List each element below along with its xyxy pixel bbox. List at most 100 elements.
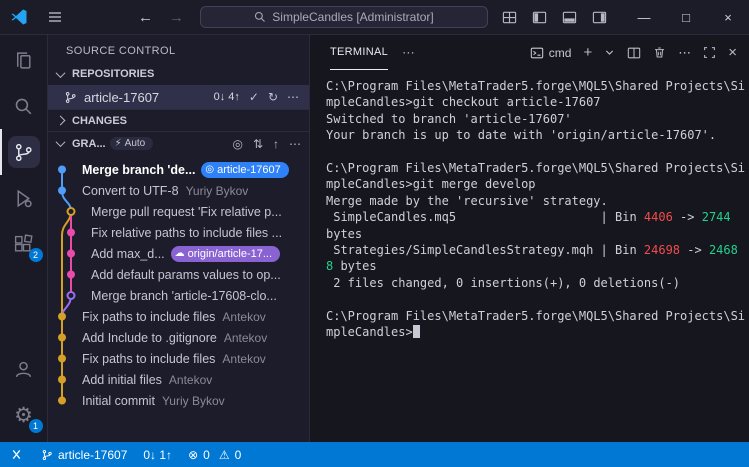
- diff-red-value: 24698: [643, 243, 681, 258]
- cloud-icon: ☁: [174, 247, 185, 259]
- more-icon[interactable]: ⋯: [289, 137, 301, 151]
- commit-row[interactable]: Merge branch 'article-17608-clo...: [48, 285, 309, 306]
- status-branch[interactable]: article-17607: [33, 442, 135, 467]
- chevron-down-icon: [55, 67, 66, 78]
- commit-message: Initial commit: [82, 393, 155, 408]
- back-icon[interactable]: ←: [138, 9, 153, 26]
- terminal-output: C:\Program Files\MetaTrader5.forge\MQL5\…: [326, 79, 746, 340]
- terminal-body[interactable]: C:\Program Files\MetaTrader5.forge\MQL5\…: [310, 70, 749, 341]
- layout-controls: [502, 10, 607, 25]
- activity-source-control[interactable]: [0, 129, 48, 175]
- activity-explorer[interactable]: [0, 37, 48, 83]
- commit-row[interactable]: Fix paths to include files Antekov: [48, 306, 309, 327]
- commit-row[interactable]: Fix relative paths to include files ...: [48, 222, 309, 243]
- toggle-panel-icon[interactable]: [562, 10, 577, 25]
- commit-author: Antekov: [168, 372, 213, 387]
- trash-icon[interactable]: [653, 46, 666, 59]
- remote-indicator[interactable]: [0, 442, 33, 467]
- error-count: 0: [203, 447, 210, 462]
- refresh-icon[interactable]: ↻: [268, 90, 278, 104]
- commit-row[interactable]: Add default params values to op...: [48, 264, 309, 285]
- auto-layout-pill[interactable]: ⚡ Auto: [109, 137, 154, 150]
- lightning-icon: ⚡: [114, 138, 122, 149]
- toggle-sidebar-left-icon[interactable]: [532, 10, 547, 25]
- badge-label: article-17607: [217, 163, 281, 176]
- commit-row[interactable]: Add Include to .gitignore Antekov: [48, 327, 309, 348]
- auto-label: Auto: [124, 138, 146, 149]
- activity-search[interactable]: [0, 83, 48, 129]
- sidebar-title: SOURCE CONTROL: [66, 45, 176, 57]
- command-center-search[interactable]: SimpleCandles [Administrator]: [200, 6, 488, 28]
- commit-message: Merge branch 'de...: [82, 162, 196, 177]
- new-terminal-icon[interactable]: +: [583, 44, 592, 61]
- commit-row[interactable]: Initial commit Yuriy Bykov: [48, 390, 309, 411]
- commit-row[interactable]: Merge branch 'de... ◎ article-17607: [48, 159, 309, 180]
- graph-header[interactable]: GRA... ⚡ Auto ◎ ⇅ ↑ ⋯: [48, 131, 309, 155]
- activity-accounts[interactable]: [0, 346, 48, 392]
- repositories-header[interactable]: REPOSITORIES: [48, 63, 309, 85]
- commit-message: Add Include to .gitignore: [82, 330, 217, 345]
- terminal-actions: cmd + ⋯ ×: [530, 44, 737, 61]
- head-branch-badge[interactable]: ◎ article-17607: [201, 161, 289, 178]
- commit-row[interactable]: Add max_d... ☁ origin/article-17...: [48, 243, 309, 264]
- graph-label: GRA...: [72, 137, 106, 150]
- chevron-down-icon[interactable]: [604, 47, 615, 58]
- activity-run-debug[interactable]: [0, 175, 48, 221]
- remote-branch-badge[interactable]: ☁ origin/article-17...: [170, 245, 281, 262]
- extensions-badge: 2: [28, 248, 43, 262]
- activity-settings[interactable]: ⚙ 1: [0, 392, 48, 438]
- maximize-panel-icon[interactable]: [703, 46, 716, 59]
- branch-icon: [65, 91, 76, 103]
- commit-check-icon[interactable]: ✓: [249, 90, 259, 104]
- commit-row[interactable]: Convert to UTF-8 Yuriy Bykov: [48, 180, 309, 201]
- activity-extensions[interactable]: 2: [0, 221, 48, 267]
- diff-green-value: 2744: [701, 210, 731, 225]
- menu-icon[interactable]: [38, 9, 72, 25]
- commit-message: Fix relative paths to include files ...: [91, 225, 283, 240]
- terminal-header: TERMINAL ⋯ cmd + ⋯ ×: [310, 35, 749, 70]
- tab-terminal[interactable]: TERMINAL: [330, 35, 389, 70]
- status-bar: article-17607 0↓ 1↑ ⊗ 0 ⚠ 0: [0, 442, 749, 467]
- status-problems[interactable]: ⊗ 0 ⚠ 0: [180, 442, 249, 467]
- commit-author: Antekov: [223, 330, 268, 345]
- toggle-sidebar-right-icon[interactable]: [592, 10, 607, 25]
- target-icon: ◎: [205, 163, 215, 175]
- branch-icon: [42, 449, 52, 460]
- commit-row[interactable]: Merge pull request 'Fix relative p...: [48, 201, 309, 222]
- sync-counts: 0↓ 1↑: [143, 447, 173, 462]
- repository-actions: 0↓ 4↑ ✓ ↻ ⋯: [214, 90, 299, 104]
- commit-list: Merge branch 'de... ◎ article-17607 Convert…: [48, 155, 309, 442]
- forward-icon[interactable]: →: [169, 9, 184, 26]
- sync-counts: 0↓ 4↑: [213, 91, 240, 103]
- more-icon[interactable]: ⋯: [402, 45, 415, 61]
- editor-grid-icon[interactable]: [502, 10, 517, 25]
- pull-push-icon[interactable]: ⇅: [253, 137, 263, 151]
- push-icon[interactable]: ↑: [273, 137, 279, 151]
- title-bar: ← → SimpleCandles [Administrator] — □ ×: [0, 0, 749, 35]
- close-panel-icon[interactable]: ×: [728, 44, 737, 61]
- changes-header[interactable]: CHANGES: [48, 109, 309, 131]
- commit-message: Fix paths to include files: [82, 309, 216, 324]
- close-button[interactable]: ×: [707, 0, 749, 34]
- branch-name: article-17607: [58, 447, 128, 462]
- shell-selector[interactable]: cmd: [530, 46, 571, 60]
- more-icon[interactable]: ⋯: [287, 90, 299, 104]
- commit-message: Fix paths to include files: [82, 351, 216, 366]
- main-area: 2 ⚙ 1 SOURCE CONTROL REPOSITORIES articl…: [0, 35, 749, 442]
- source-control-sidebar: SOURCE CONTROL REPOSITORIES article-1760…: [48, 35, 310, 442]
- diff-red-value: 4406: [643, 210, 673, 225]
- repository-row[interactable]: article-17607 0↓ 4↑ ✓ ↻ ⋯: [48, 85, 309, 109]
- commit-message: Add initial files: [82, 372, 162, 387]
- commit-row[interactable]: Add initial files Antekov: [48, 369, 309, 390]
- search-icon: [255, 11, 266, 22]
- maximize-button[interactable]: □: [665, 0, 707, 34]
- split-terminal-icon[interactable]: [627, 46, 641, 60]
- minimize-button[interactable]: —: [623, 0, 665, 34]
- status-sync[interactable]: 0↓ 1↑: [135, 442, 180, 467]
- chevron-right-icon: [55, 115, 66, 126]
- commit-author: Yuriy Bykov: [161, 393, 225, 408]
- target-icon[interactable]: ◎: [232, 137, 242, 151]
- window-title: SimpleCandles [Administrator]: [272, 10, 434, 24]
- more-icon[interactable]: ⋯: [678, 45, 691, 61]
- commit-row[interactable]: Fix paths to include files Antekov: [48, 348, 309, 369]
